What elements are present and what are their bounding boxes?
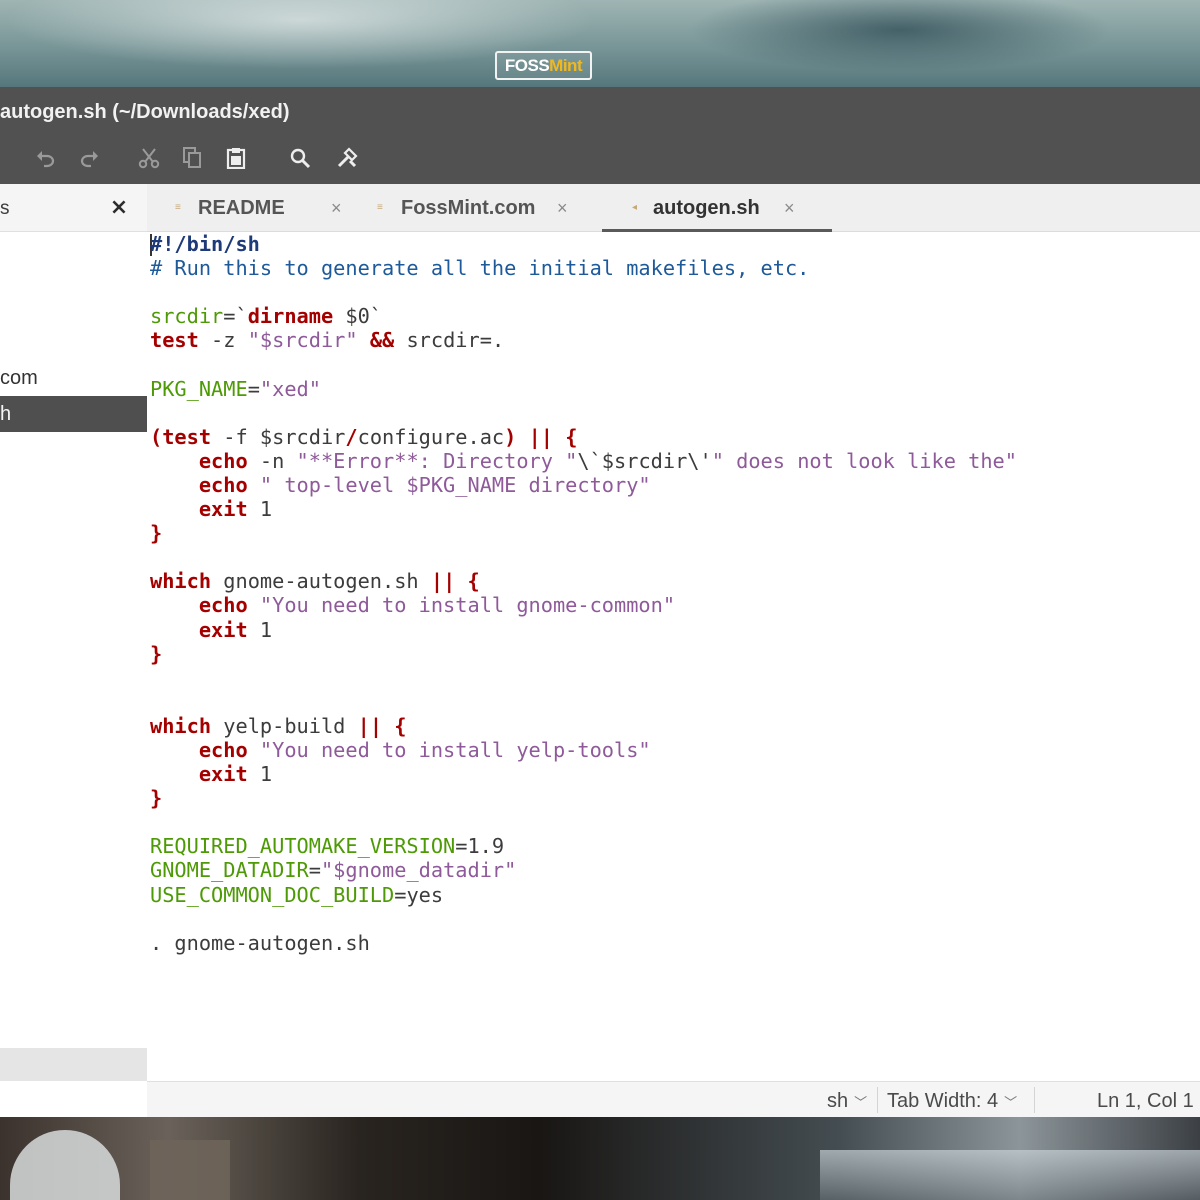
text-file-icon: ≡ [175,202,181,213]
code-line: (test -f $srcdir/configure.ac) || { [150,424,578,449]
code-line: USE_COMMON_DOC_BUILD=yes [150,882,444,907]
code-line: exit 1 [198,617,273,642]
side-item-fossmint[interactable]: com [0,360,147,396]
tab-width-label: Tab Width: [887,1090,982,1112]
code-line: which yelp-build || { [150,713,407,738]
wallpaper-pillar [150,1140,230,1200]
code-line: } [150,641,163,666]
search-icon [290,148,311,169]
tab-width-value: 4 [987,1090,999,1112]
search-replace-button[interactable] [332,143,362,173]
code-content[interactable]: #!/bin/sh # Run this to generate all the… [150,232,1017,955]
fossmint-watermark-logo: FOSSMint [495,51,592,80]
tab-fossmint[interactable]: ≡ FossMint.com × [377,184,577,232]
tab-close-icon[interactable]: × [557,184,568,232]
code-line: echo -n "**Error**: Directory "\`$srcdir… [198,448,1017,473]
code-line: echo " top-level $PKG_NAME directory" [198,472,651,497]
tab-label: autogen.sh [653,197,760,219]
side-panel-header: s × [0,184,147,232]
code-line: REQUIRED_AUTOMAKE_VERSION=1.9 [150,834,505,859]
code-line: PKG_NAME="xed" [150,376,321,401]
script-file-icon: ◂ [632,202,638,213]
tab-bar: ≡ README × ≡ FossMint.com × ◂ autogen.sh… [147,184,1200,232]
tab-label: FossMint.com [401,197,536,219]
side-panel-documents: com h [0,232,147,1049]
wallpaper-water [820,1150,1200,1200]
side-panel-close-button[interactable]: × [104,193,134,223]
xed-window: autogen.sh (~/Downloads/xed) s × com h ≡… [0,87,1200,1117]
side-panel-footer [0,1048,147,1081]
language-selector[interactable]: sh ﹀ [827,1082,867,1118]
code-editor[interactable]: #!/bin/sh # Run this to generate all the… [147,232,1200,1081]
code-line: # Run this to generate all the initial m… [150,256,810,281]
redo-icon [80,151,98,168]
cut-button[interactable] [134,143,164,173]
copy-icon [183,147,201,168]
window-titlebar[interactable]: autogen.sh (~/Downloads/xed) [0,87,1200,133]
tab-readme[interactable]: ≡ README × [175,184,355,232]
paste-icon [226,148,246,169]
code-line: echo "You need to install yelp-tools" [198,737,651,762]
paste-button[interactable] [221,143,251,173]
code-line: . gnome-autogen.sh [150,930,370,955]
chevron-down-icon: ﹀ [854,1095,868,1110]
code-line: GNOME_DATADIR="$gnome_datadir" [150,858,517,883]
status-separator [877,1087,878,1113]
cut-icon [138,148,160,169]
code-line: } [150,786,163,811]
status-bar: sh ﹀ Tab Width: 4 ﹀ Ln 1, Col 1 [147,1081,1200,1117]
side-item-autogen[interactable]: h [0,396,147,432]
desktop-wallpaper-top [0,0,1200,87]
chevron-down-icon: ﹀ [1004,1095,1018,1110]
cursor-position: Ln 1, Col 1 [1097,1090,1194,1112]
redo-button[interactable] [73,143,103,173]
code-line: } [150,521,163,546]
toolbar [0,133,1200,184]
side-panel-title: s [0,198,10,219]
code-line: test -z "$srcdir" && srcdir=. [150,328,505,353]
tab-autogen[interactable]: ◂ autogen.sh × [602,184,832,232]
language-label: sh [827,1090,849,1112]
status-separator [1034,1087,1035,1113]
code-line: exit 1 [198,497,273,522]
code-line: exit 1 [198,762,273,787]
tab-close-icon[interactable]: × [331,184,342,232]
undo-icon [37,151,55,168]
tools-icon [337,147,358,168]
code-line: #!/bin/sh [150,232,260,256]
tab-label: README [198,197,285,219]
code-line: echo "You need to install gnome-common" [198,593,676,618]
window-title: autogen.sh (~/Downloads/xed) [0,101,290,123]
tab-width-selector[interactable]: Tab Width: 4 ﹀ [887,1082,1017,1118]
tab-close-icon[interactable]: × [784,184,795,232]
text-file-icon: ≡ [377,202,383,213]
search-button[interactable] [285,143,315,173]
copy-button[interactable] [177,143,207,173]
code-line: which gnome-autogen.sh || { [150,569,480,594]
undo-button[interactable] [32,143,62,173]
code-line: srcdir=`dirname $0` [150,304,383,329]
